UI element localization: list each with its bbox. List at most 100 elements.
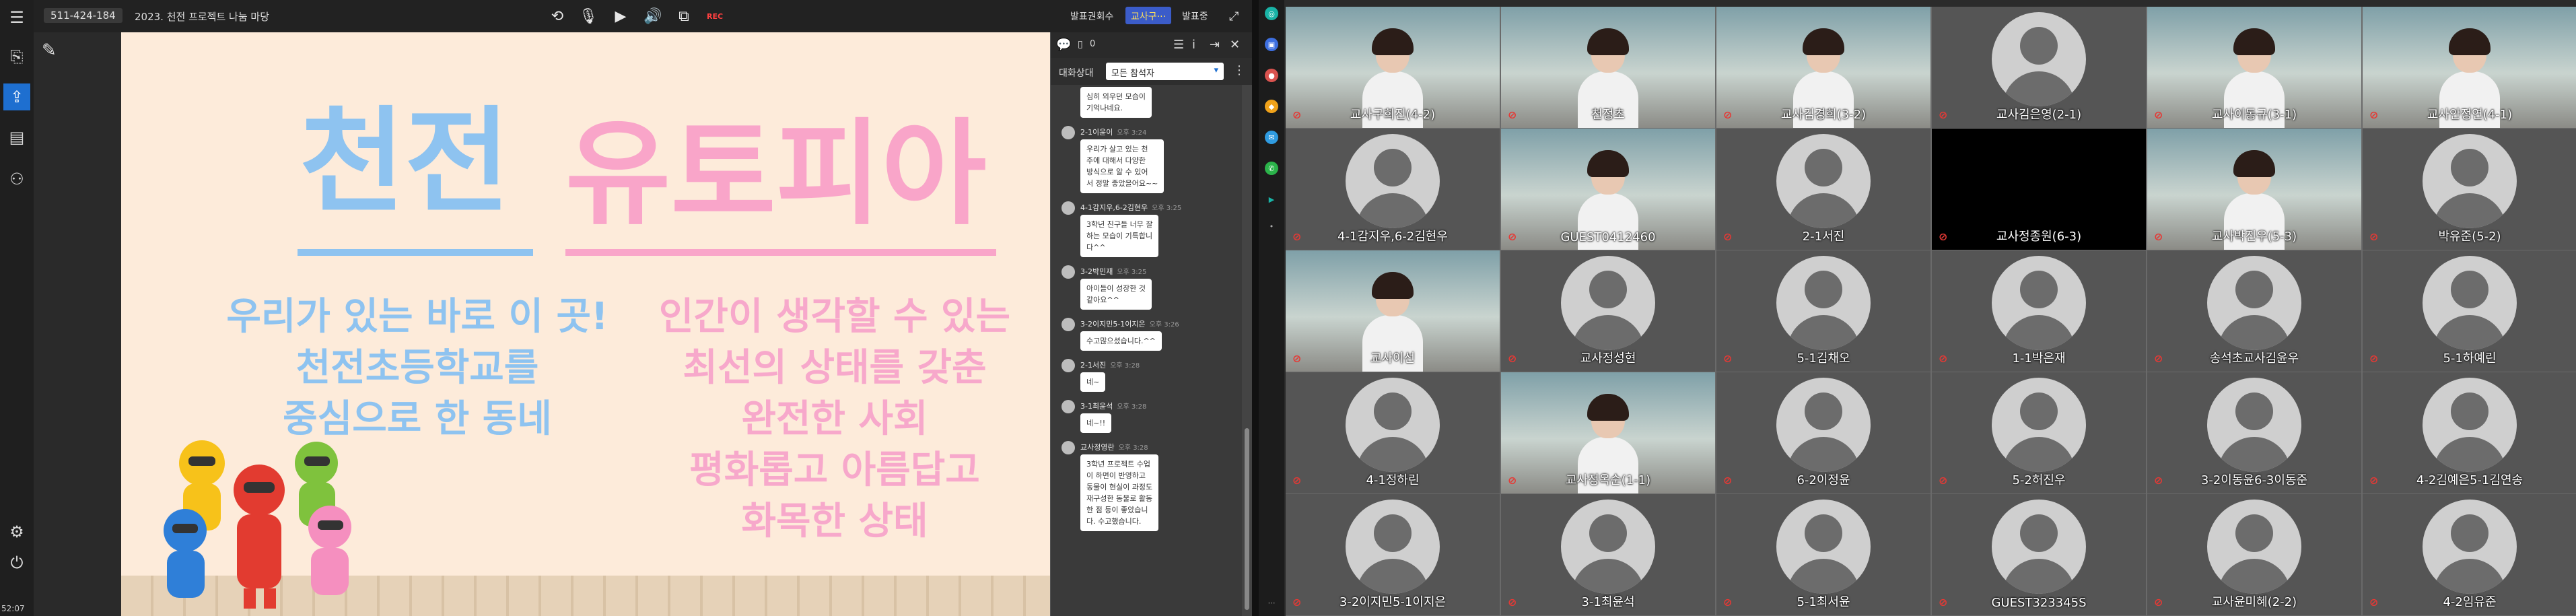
- app-icon[interactable]: ◆: [1265, 100, 1278, 113]
- participant-tile[interactable]: ⊘ 3-2이지민5-1이지은: [1286, 494, 1500, 615]
- app-icon[interactable]: ▣: [1265, 38, 1278, 51]
- participant-tile[interactable]: ⊘ 교사윤미혜(2-2): [2147, 494, 2361, 615]
- revoke-presenter-button[interactable]: 발표권회수: [1065, 7, 1119, 24]
- participant-tile[interactable]: ⊘ 4-1감지우,6-2김현우: [1286, 129, 1500, 250]
- participant-name: 5-2허진우: [2012, 473, 2066, 487]
- participant-tile[interactable]: ⊘ 5-1하예린: [2363, 250, 2576, 372]
- default-avatar-icon: [1992, 256, 2086, 350]
- close-icon[interactable]: ✕: [1230, 38, 1240, 52]
- settings-sliders-icon[interactable]: ⚙: [3, 518, 30, 545]
- default-avatar-icon: [1561, 500, 1655, 594]
- speaker-icon[interactable]: 🔊: [642, 5, 664, 27]
- participant-tile[interactable]: ⊘ 교사이동규(3-1): [2147, 7, 2361, 128]
- chat-doc-icon[interactable]: ▯: [1078, 39, 1083, 50]
- teacher-presenter-button[interactable]: 교사구···: [1125, 7, 1171, 24]
- info-icon[interactable]: ⅰ: [1192, 38, 1195, 52]
- participant-name: 4-1정하린: [1366, 473, 1420, 487]
- participant-name: GUEST0412460: [1560, 230, 1656, 244]
- window-divider[interactable]: [1252, 0, 1259, 616]
- chat-time: 오후 3:28: [1117, 403, 1147, 411]
- participant-tile[interactable]: ⊘ 교사김경희(3-2): [1716, 7, 1930, 128]
- chat-filter-bar: 대화상대 모든 참석자 ▾ ⋮: [1051, 58, 1252, 85]
- list-icon[interactable]: ☰: [1173, 38, 1184, 52]
- chat-message: 4-1감지우,6-2김현우 오후 3:25 3학년 친구들 너무 잘 하는 모습이…: [1053, 197, 1243, 261]
- document-icon[interactable]: ▤: [3, 124, 30, 151]
- scroll-thumb[interactable]: [1245, 428, 1249, 610]
- video-icon[interactable]: ▶: [610, 5, 631, 27]
- default-avatar-icon: [2207, 256, 2301, 350]
- rec-label: REC: [706, 11, 724, 21]
- chat-scrollbar[interactable]: [1242, 85, 1252, 616]
- default-avatar-icon: [2423, 378, 2517, 472]
- more-icon[interactable]: ⋯: [1265, 596, 1278, 609]
- participant-tile[interactable]: ⊘ 6-2이정윤: [1716, 372, 1930, 493]
- chat-message: 3-1최윤석 오후 3:28 네~!!: [1053, 396, 1243, 437]
- meeting-id[interactable]: 511-424-184: [44, 8, 123, 23]
- participant-tile[interactable]: ⊘ 교사정옥순(1-1): [1501, 372, 1715, 493]
- chat-time: 오후 3:25: [1117, 269, 1147, 276]
- chat-time: 오후 3:28: [1118, 444, 1148, 452]
- chat-bubble: 3학년 친구들 너무 잘 하는 모습이 기특합니 다^^: [1080, 215, 1159, 257]
- menu-icon[interactable]: ☰: [3, 4, 30, 31]
- participant-tile[interactable]: ⊘ 교사정종원(6-3): [1932, 129, 2146, 250]
- chat-message: 교사정영란 오후 3:28 3학년 프로젝트 수업 이 하면이 반영하고 동물이 …: [1053, 437, 1243, 535]
- mic-muted-icon[interactable]: 🎙: [578, 5, 599, 27]
- share-screen-icon[interactable]: ⇪: [3, 83, 30, 110]
- participant-tile[interactable]: ⊘ 5-1최서윤: [1716, 494, 1930, 615]
- app-icon[interactable]: •: [1265, 219, 1278, 233]
- participant-tile[interactable]: ⊘ 5-2허진우: [1932, 372, 2146, 493]
- chevron-down-icon: ▾: [1214, 65, 1218, 75]
- chat-panel: 💬 ▯ 0 ☰ ⅰ ⇥ ✕ 대화상대 모든 참석자 ▾ ⋮ 심히 외우던 모습이…: [1050, 32, 1252, 616]
- pen-icon[interactable]: ✎: [42, 40, 57, 61]
- switch-camera-icon[interactable]: ⟲: [547, 5, 568, 27]
- participant-tile[interactable]: ⊘ GUEST0412460: [1501, 129, 1715, 250]
- exit-icon[interactable]: ⏻: [3, 549, 30, 576]
- share-content-icon[interactable]: ⎘: [3, 43, 30, 70]
- participant-tile[interactable]: ⊘ 박유준(5-2): [2363, 129, 2576, 250]
- participant-tile[interactable]: ⊘ GUEST323345S: [1932, 494, 2146, 615]
- app-icon[interactable]: ◎: [1265, 7, 1278, 20]
- participant-tile[interactable]: ⊘ 교사구희진(4-2): [1286, 7, 1500, 128]
- chat-count: 0: [1090, 39, 1096, 49]
- org-chart-icon[interactable]: ⚇: [3, 166, 30, 193]
- participant-tile[interactable]: ⊘ 4-2임유준: [2363, 494, 2576, 615]
- participant-tile[interactable]: ⊘ 2-1서진: [1716, 129, 1930, 250]
- participant-tile[interactable]: ⊘ 교사김은영(2-1): [1932, 7, 2146, 128]
- more-icon[interactable]: ⋮: [1233, 63, 1245, 77]
- participant-name: 교사정종원(6-3): [1996, 230, 2082, 244]
- participant-tile[interactable]: ⊘ 5-1김채오: [1716, 250, 1930, 372]
- slide-right-line: 최선의 상태를 갖춘: [683, 346, 987, 390]
- participant-tile[interactable]: ⊘ 천정초: [1501, 7, 1715, 128]
- participant-name: 교사정옥순(1-1): [1565, 473, 1651, 487]
- app-icon[interactable]: ✉: [1265, 131, 1278, 144]
- participant-name: 4-2임유준: [2443, 595, 2497, 609]
- screen-share-icon[interactable]: ⧉: [673, 5, 695, 27]
- slide-right-line: 인간이 생각할 수 있는: [658, 295, 1011, 339]
- app-icon[interactable]: ●: [1265, 69, 1278, 82]
- elapsed-time: 52:07: [1, 604, 25, 613]
- participant-name: 교사박진우(5-3): [2211, 230, 2297, 244]
- avatar: [1061, 265, 1075, 279]
- record-icon[interactable]: REC: [704, 5, 726, 27]
- participant-tile[interactable]: ⊘ 4-1정하린: [1286, 372, 1500, 493]
- participant-name: 4-1감지우,6-2김현우: [1337, 230, 1448, 244]
- default-avatar-icon: [1776, 134, 1871, 228]
- app-icon[interactable]: ▶: [1265, 193, 1278, 206]
- participant-tile[interactable]: ⊘ 3-1최윤석: [1501, 494, 1715, 615]
- participant-tile[interactable]: ⊘ 3-2이동윤6-3이동준: [2147, 372, 2361, 493]
- participant-tile[interactable]: ⊘ 송석초교사김윤우: [2147, 250, 2361, 372]
- chat-icon[interactable]: 💬: [1056, 38, 1071, 52]
- slide-title-b: 유토피아: [565, 108, 987, 241]
- recipient-select[interactable]: 모든 참석자 ▾: [1106, 63, 1224, 80]
- participant-tile[interactable]: ⊘ 교사박진우(5-3): [2147, 129, 2361, 250]
- expand-icon[interactable]: ⤢: [1224, 7, 1244, 24]
- participant-tile[interactable]: ⊘ 1-1박은재: [1932, 250, 2146, 372]
- participant-tile[interactable]: ⊘ 교사정성현: [1501, 250, 1715, 372]
- participant-tile[interactable]: ⊘ 교사안정연(4-1): [2363, 7, 2576, 128]
- pin-icon[interactable]: ⇥: [1210, 38, 1220, 52]
- slide-right-line: 완전한 사회: [741, 397, 928, 441]
- app-icon[interactable]: ✆: [1265, 162, 1278, 175]
- default-avatar-icon: [1346, 134, 1440, 228]
- participant-tile[interactable]: ⊘ 교사이선: [1286, 250, 1500, 372]
- participant-tile[interactable]: ⊘ 4-2김예은5-1김연송: [2363, 372, 2576, 493]
